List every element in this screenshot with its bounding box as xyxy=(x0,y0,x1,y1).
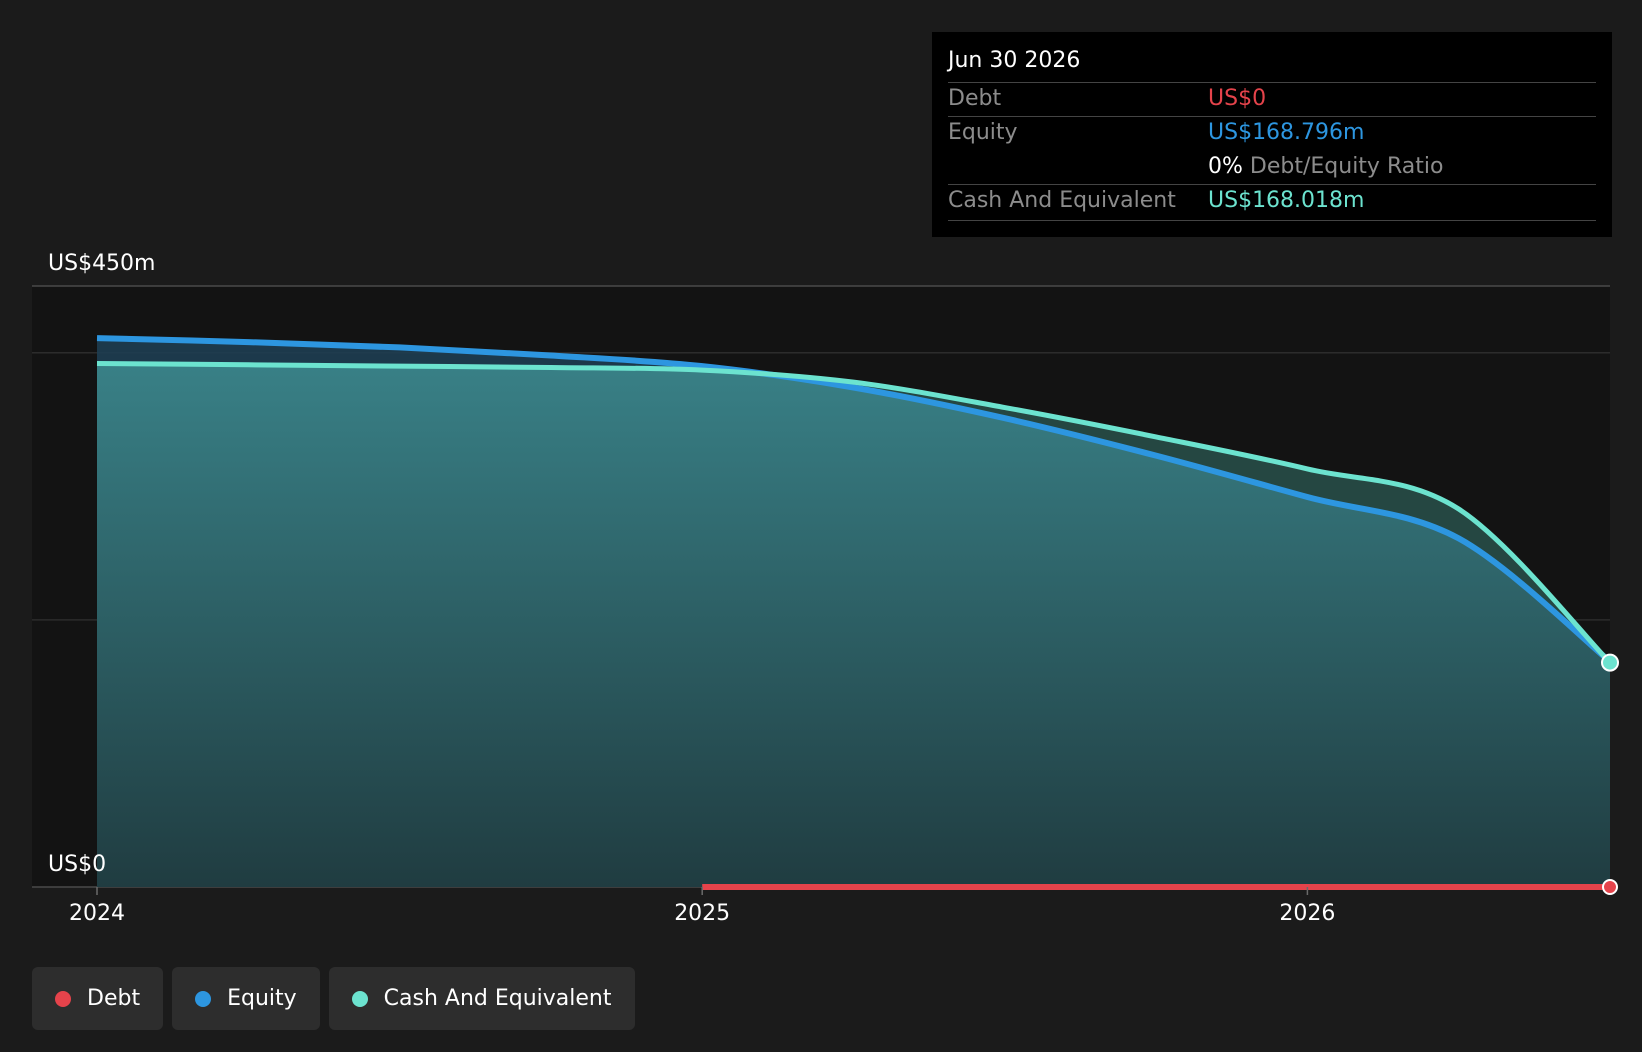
legend-label-cash: Cash And Equivalent xyxy=(383,986,612,1011)
tooltip-debt-label: Debt xyxy=(948,86,1002,111)
legend-item-cash[interactable]: Cash And Equivalent xyxy=(328,967,635,1030)
tooltip-divider xyxy=(948,220,1596,221)
y-tick-label: US$0 xyxy=(48,852,106,877)
legend-label-debt: Debt xyxy=(87,986,141,1011)
tooltip-cash-value: US$168.018m xyxy=(1208,188,1365,213)
legend-item-debt[interactable]: Debt xyxy=(32,967,164,1030)
debt-dot-icon xyxy=(55,990,71,1007)
x-tick-label: 2025 xyxy=(674,901,730,926)
tooltip-ratio: 0% Debt/Equity Ratio xyxy=(1208,154,1443,179)
y-tick-label: US$450m xyxy=(48,251,156,276)
tooltip-debt-value: US$0 xyxy=(1208,86,1267,111)
cash-dot-icon xyxy=(351,990,368,1007)
tooltip-divider xyxy=(948,184,1596,185)
x-tick-label: 2024 xyxy=(69,901,125,926)
tooltip-equity-label: Equity xyxy=(948,120,1018,145)
legend: Debt Equity Cash And Equivalent xyxy=(32,967,635,1030)
tooltip-cash-label: Cash And Equivalent xyxy=(948,188,1176,213)
tooltip-ratio-label: Debt/Equity Ratio xyxy=(1249,154,1444,179)
legend-label-equity: Equity xyxy=(227,986,297,1011)
tooltip-equity-value: US$168.796m xyxy=(1208,120,1365,145)
tooltip: Jun 30 2026 Debt US$0 Equity US$168.796m… xyxy=(932,32,1612,237)
x-tick-label: 2026 xyxy=(1279,901,1335,926)
debt-end-marker xyxy=(1602,879,1618,895)
tooltip-date: Jun 30 2026 xyxy=(948,48,1081,73)
legend-item-equity[interactable]: Equity xyxy=(172,967,320,1030)
tooltip-ratio-value: 0% xyxy=(1208,154,1243,179)
tooltip-divider xyxy=(948,82,1596,83)
tooltip-divider xyxy=(948,116,1596,117)
cash-end-marker xyxy=(1601,653,1619,672)
equity-dot-icon xyxy=(195,990,212,1007)
